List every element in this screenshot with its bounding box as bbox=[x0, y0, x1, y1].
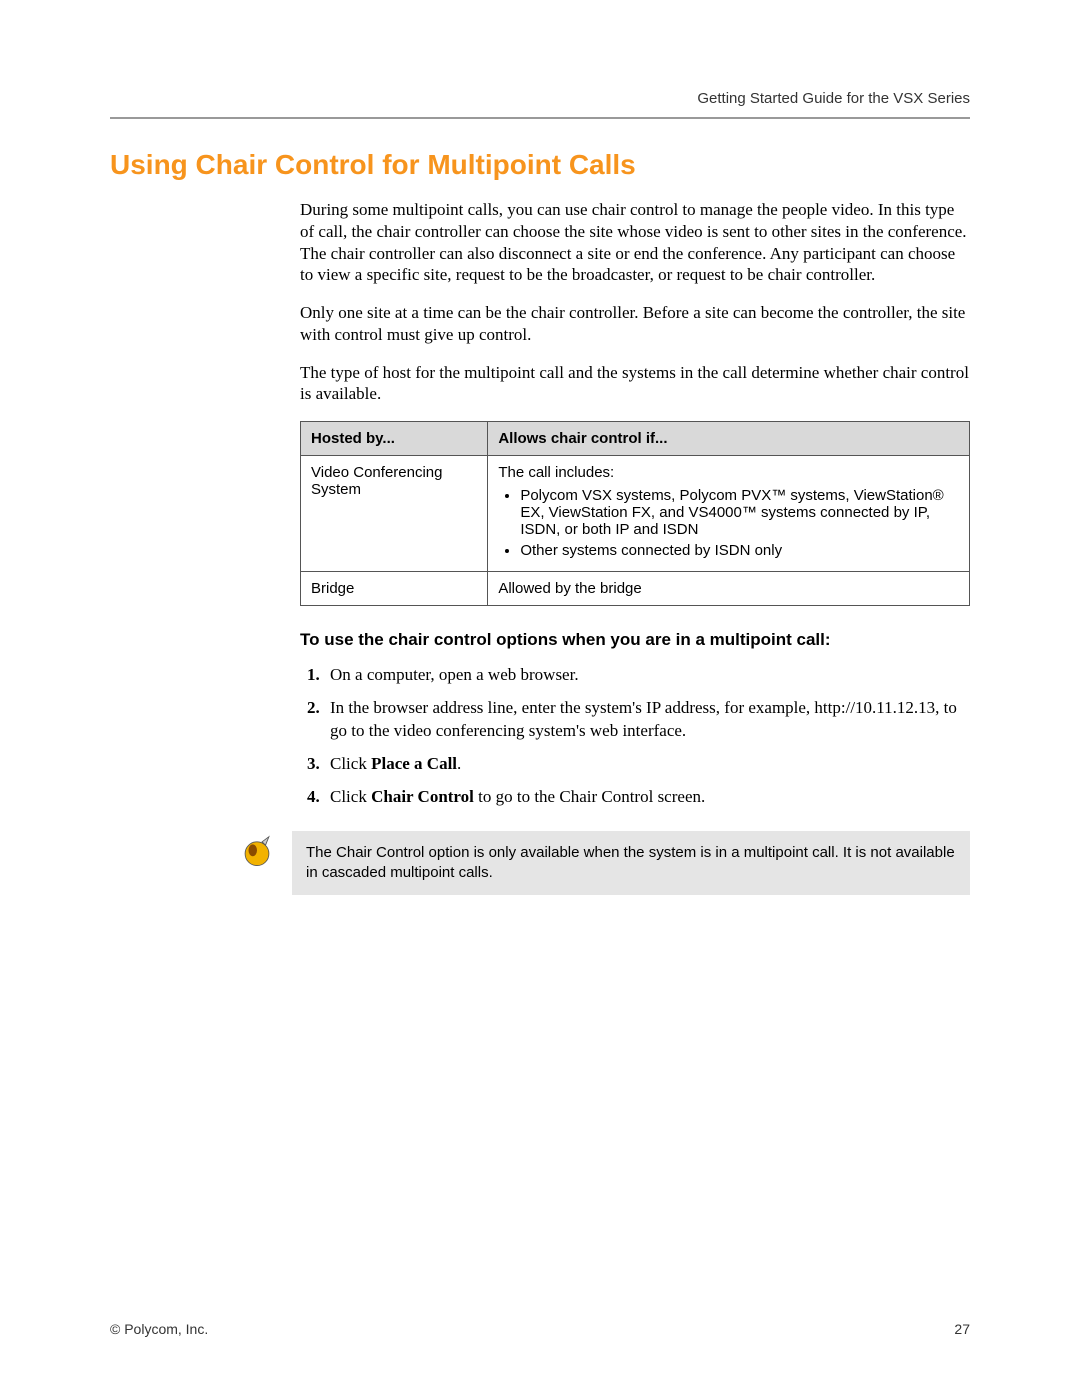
footer-copyright: © Polycom, Inc. bbox=[110, 1321, 208, 1337]
table-cell: The call includes: Polycom VSX systems, … bbox=[488, 456, 970, 572]
procedure-steps: On a computer, open a web browser. In th… bbox=[300, 664, 970, 809]
paragraph: The type of host for the multipoint call… bbox=[300, 362, 970, 406]
list-item: On a computer, open a web browser. bbox=[324, 664, 970, 687]
list-item: In the browser address line, enter the s… bbox=[324, 697, 970, 743]
ui-term: Place a Call bbox=[371, 754, 457, 773]
procedure-heading: To use the chair control options when yo… bbox=[300, 630, 970, 650]
list-item: Other systems connected by ISDN only bbox=[520, 542, 959, 559]
table-row: Video Conferencing System The call inclu… bbox=[301, 456, 970, 572]
table-header-cell: Allows chair control if... bbox=[488, 422, 970, 456]
document-page: Getting Started Guide for the VSX Series… bbox=[0, 0, 1080, 1397]
step-text: . bbox=[457, 754, 461, 773]
chair-control-table: Hosted by... Allows chair control if... … bbox=[300, 421, 970, 606]
table-cell: Allowed by the bridge bbox=[488, 572, 970, 606]
step-text: Click bbox=[330, 754, 371, 773]
step-text: Click bbox=[330, 787, 371, 806]
section-heading: Using Chair Control for Multipoint Calls bbox=[110, 149, 970, 181]
table-row: Bridge Allowed by the bridge bbox=[301, 572, 970, 606]
note-icon bbox=[240, 835, 274, 869]
body-column: During some multipoint calls, you can us… bbox=[300, 199, 970, 809]
cell-bullet-list: Polycom VSX systems, Polycom PVX™ system… bbox=[498, 487, 959, 559]
footer-page-number: 27 bbox=[954, 1321, 970, 1337]
paragraph: Only one site at a time can be the chair… bbox=[300, 302, 970, 346]
list-item: Polycom VSX systems, Polycom PVX™ system… bbox=[520, 487, 959, 538]
ui-term: Chair Control bbox=[371, 787, 474, 806]
cell-lead-text: The call includes: bbox=[498, 464, 614, 481]
list-item: Click Chair Control to go to the Chair C… bbox=[324, 786, 970, 809]
table-header-row: Hosted by... Allows chair control if... bbox=[301, 422, 970, 456]
note-row: The Chair Control option is only availab… bbox=[240, 831, 970, 896]
table-cell: Video Conferencing System bbox=[301, 456, 488, 572]
running-header: Getting Started Guide for the VSX Series bbox=[110, 90, 970, 117]
header-rule bbox=[110, 117, 970, 119]
page-footer: © Polycom, Inc. 27 bbox=[110, 1321, 970, 1337]
step-text: to go to the Chair Control screen. bbox=[474, 787, 705, 806]
table-cell: Bridge bbox=[301, 572, 488, 606]
paragraph: During some multipoint calls, you can us… bbox=[300, 199, 970, 286]
note-box: The Chair Control option is only availab… bbox=[292, 831, 970, 896]
list-item: Click Place a Call. bbox=[324, 753, 970, 776]
table-header-cell: Hosted by... bbox=[301, 422, 488, 456]
